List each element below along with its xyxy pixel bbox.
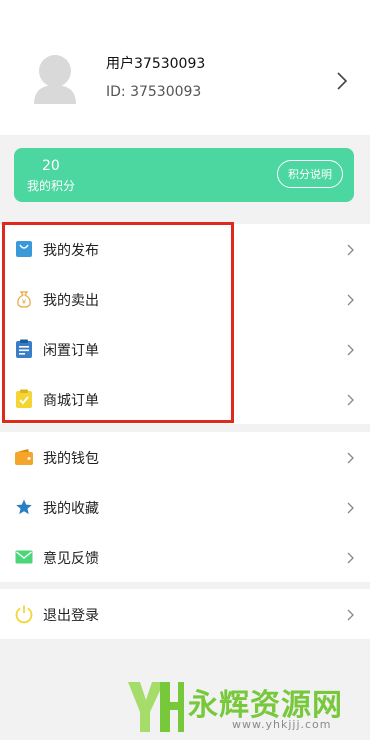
points-card: 20 我的积分 积分说明	[14, 148, 354, 202]
points-label: 我的积分	[27, 179, 76, 193]
chevron-right-icon	[346, 500, 355, 514]
profile-header[interactable]: 用户37530093 ID: 37530093	[0, 0, 370, 135]
menu-item-wallet[interactable]: 我的钱包	[0, 432, 370, 482]
chevron-right-icon	[334, 70, 350, 92]
menu-item-feedback[interactable]: 意见反馈	[0, 532, 370, 582]
menu-group-logout: 退出登录	[0, 589, 370, 639]
menu-item-logout[interactable]: 退出登录	[0, 589, 370, 639]
user-id: ID: 37530093	[106, 84, 202, 100]
menu-item-label: 退出登录	[43, 608, 99, 624]
watermark: 永辉资源网 www.yhkjjj.com	[122, 676, 362, 736]
wallet-icon	[14, 447, 34, 467]
avatar[interactable]	[16, 42, 94, 112]
menu-item-label: 我的收藏	[43, 501, 99, 517]
username: 用户37530093	[106, 56, 206, 72]
power-icon	[14, 604, 34, 624]
chevron-right-icon	[346, 450, 355, 464]
chevron-right-icon	[346, 607, 355, 621]
chevron-right-icon	[346, 392, 355, 406]
chevron-right-icon	[346, 242, 355, 256]
chevron-right-icon	[346, 550, 355, 564]
menu-group-account: 我的钱包 我的收藏 意见反馈	[0, 432, 370, 582]
menu-item-label: 意见反馈	[43, 551, 99, 567]
chevron-right-icon	[346, 342, 355, 356]
watermark-logo-icon	[128, 682, 184, 732]
menu-item-favorites[interactable]: 我的收藏	[0, 482, 370, 532]
menu-item-label: 我的钱包	[43, 451, 99, 467]
watermark-url: www.yhkjjj.com	[232, 718, 332, 731]
star-icon	[14, 497, 34, 517]
mail-icon	[14, 547, 34, 567]
points-value: 20	[42, 158, 60, 174]
points-explain-button[interactable]: 积分说明	[277, 160, 343, 188]
highlight-box	[2, 222, 234, 423]
chevron-right-icon	[346, 292, 355, 306]
